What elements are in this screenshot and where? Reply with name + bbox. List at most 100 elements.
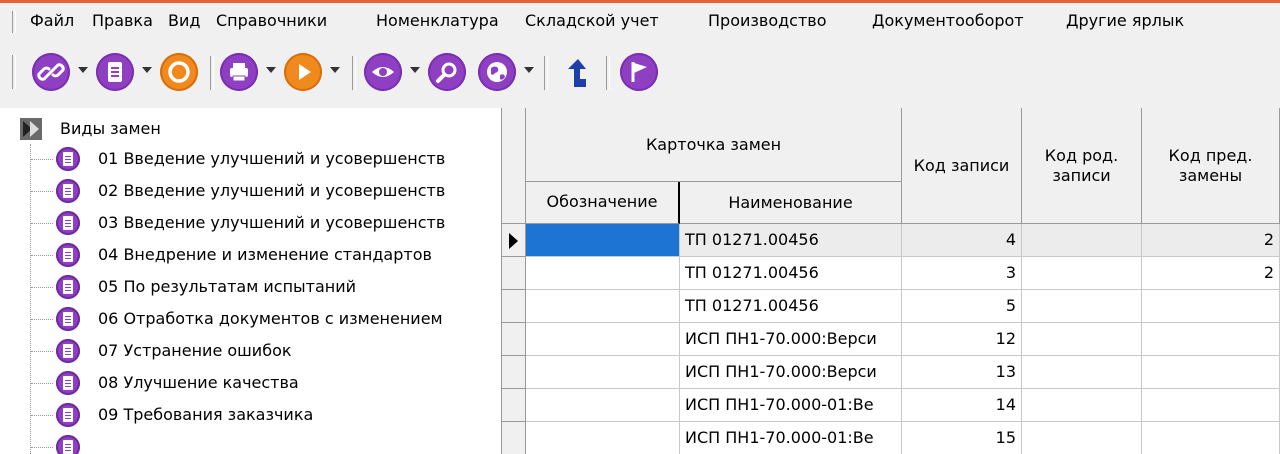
row-indicator[interactable]: [502, 422, 526, 454]
globe-dropdown-icon[interactable]: [524, 67, 534, 73]
cell-prev-code[interactable]: [1142, 389, 1280, 422]
cell-designation[interactable]: [526, 257, 680, 290]
cell-name[interactable]: ТП 01271.00456: [680, 290, 902, 323]
menu-references[interactable]: Справочники: [216, 10, 327, 32]
print-icon[interactable]: [220, 53, 258, 91]
link-icon[interactable]: [32, 53, 70, 91]
cell-prev-code[interactable]: [1142, 422, 1280, 454]
cell-name[interactable]: ИСП ПН1-70.000:Верси: [680, 356, 902, 389]
tree-item-label: 03 Введение улучшений и усовершенств: [98, 213, 446, 232]
play-dropdown-icon[interactable]: [330, 67, 340, 73]
table-row[interactable]: ИСП ПН1-70.000-01:Ве 14: [502, 389, 1280, 422]
cell-designation[interactable]: [526, 356, 680, 389]
menu-grip[interactable]: [12, 11, 16, 33]
toolbar-grip[interactable]: [12, 55, 16, 89]
row-indicator[interactable]: [502, 290, 526, 323]
link-dropdown-icon[interactable]: [78, 67, 88, 73]
cell-prev-code[interactable]: [1142, 356, 1280, 389]
cell-record-code[interactable]: 13: [902, 356, 1022, 389]
cell-designation[interactable]: [526, 422, 680, 454]
cell-name[interactable]: ИСП ПН1-70.000:Верси: [680, 323, 902, 356]
tree-item-label: 08 Улучшение качества: [98, 373, 299, 392]
tree-item[interactable]: 04 Внедрение и изменение стандартов: [0, 240, 501, 270]
cell-record-code[interactable]: 14: [902, 389, 1022, 422]
document-icon[interactable]: [96, 53, 134, 91]
tree-item[interactable]: 01 Введение улучшений и усовершенств: [0, 144, 501, 174]
search-icon[interactable]: [428, 53, 466, 91]
globe-icon[interactable]: [478, 53, 516, 91]
cell-designation[interactable]: [526, 290, 680, 323]
menu-edit[interactable]: Правка: [92, 10, 153, 32]
row-indicator[interactable]: [502, 389, 526, 422]
document-icon: [56, 307, 80, 331]
tree-item[interactable]: 08 Улучшение качества: [0, 368, 501, 398]
group-header-card: Карточка замен: [526, 108, 902, 182]
cell-designation[interactable]: [526, 389, 680, 422]
cell-parent-code[interactable]: [1022, 422, 1142, 454]
document-icon: [56, 339, 80, 363]
cell-prev-code[interactable]: [1142, 290, 1280, 323]
column-header-designation[interactable]: Обозначение: [526, 182, 680, 224]
cell-parent-code[interactable]: [1022, 290, 1142, 323]
cell-name[interactable]: ИСП ПН1-70.000-01:Ве: [680, 422, 902, 454]
column-header-parent-code[interactable]: Код род. записи: [1022, 108, 1142, 224]
tree-item[interactable]: 07 Устранение ошибок: [0, 336, 501, 366]
table-row[interactable]: ТП 01271.00456 5: [502, 290, 1280, 323]
tree-item[interactable]: 05 По результатам испытаний: [0, 272, 501, 302]
column-header-record-code[interactable]: Код записи: [902, 108, 1022, 224]
menu-production[interactable]: Производство: [708, 10, 827, 32]
cell-record-code[interactable]: 4: [902, 224, 1022, 257]
print-dropdown-icon[interactable]: [266, 67, 276, 73]
cell-record-code[interactable]: 3: [902, 257, 1022, 290]
current-row-arrow-icon: [509, 233, 518, 249]
table-row[interactable]: ТП 01271.00456 4 2: [502, 224, 1280, 257]
cell-parent-code[interactable]: [1022, 257, 1142, 290]
tree-item-label: 02 Введение улучшений и усовершенств: [98, 181, 446, 200]
cell-parent-code[interactable]: [1022, 323, 1142, 356]
menu-other-shortcuts[interactable]: Другие ярлык: [1066, 10, 1184, 32]
cell-name[interactable]: ТП 01271.00456: [680, 224, 902, 257]
tree-item[interactable]: 06 Отработка документов с изменением: [0, 304, 501, 334]
row-indicator-header: [502, 108, 526, 224]
row-indicator[interactable]: [502, 257, 526, 290]
tree-item[interactable]: 09 Требования заказчика: [0, 400, 501, 430]
flag-icon[interactable]: [620, 53, 658, 91]
menu-view[interactable]: Вид: [168, 10, 200, 32]
cell-prev-code[interactable]: 2: [1142, 257, 1280, 290]
menu-file[interactable]: Файл: [30, 10, 74, 32]
table-row[interactable]: ИСП ПН1-70.000:Верси 13: [502, 356, 1280, 389]
refresh-icon[interactable]: [160, 53, 198, 91]
table-row[interactable]: ИСП ПН1-70.000-01:Ве 15: [502, 422, 1280, 454]
cell-prev-code[interactable]: [1142, 323, 1280, 356]
cell-record-code[interactable]: 12: [902, 323, 1022, 356]
toolbar-separator: [544, 56, 548, 90]
tree-item[interactable]: 02 Введение улучшений и усовершенств: [0, 176, 501, 206]
eye-dropdown-icon[interactable]: [410, 67, 420, 73]
cell-name[interactable]: ИСП ПН1-70.000-01:Ве: [680, 389, 902, 422]
play-icon[interactable]: [284, 53, 322, 91]
document-dropdown-icon[interactable]: [142, 67, 152, 73]
tree-item[interactable]: 03 Введение улучшений и усовершенств: [0, 208, 501, 238]
cell-record-code[interactable]: 15: [902, 422, 1022, 454]
menu-docflow[interactable]: Документооборот: [872, 10, 1024, 32]
table-row[interactable]: ТП 01271.00456 3 2: [502, 257, 1280, 290]
jump-arrow-icon[interactable]: [560, 57, 590, 89]
cell-record-code[interactable]: 5: [902, 290, 1022, 323]
column-header-name[interactable]: Наименование: [680, 182, 902, 224]
menu-warehouse[interactable]: Складской учет: [525, 10, 659, 32]
cell-parent-code[interactable]: [1022, 356, 1142, 389]
cell-parent-code[interactable]: [1022, 389, 1142, 422]
cell-name[interactable]: ТП 01271.00456: [680, 257, 902, 290]
eye-icon[interactable]: [364, 53, 402, 91]
cell-designation[interactable]: [526, 224, 680, 257]
menu-nomenclature[interactable]: Номенклатура: [376, 10, 499, 32]
table-row[interactable]: ИСП ПН1-70.000:Верси 12: [502, 323, 1280, 356]
tree-item[interactable]: [0, 432, 501, 454]
row-indicator[interactable]: [502, 323, 526, 356]
cell-parent-code[interactable]: [1022, 224, 1142, 257]
column-header-prev-code[interactable]: Код пред. замены: [1142, 108, 1280, 224]
cell-prev-code[interactable]: 2: [1142, 224, 1280, 257]
cell-designation[interactable]: [526, 323, 680, 356]
row-indicator[interactable]: [502, 224, 526, 257]
row-indicator[interactable]: [502, 356, 526, 389]
